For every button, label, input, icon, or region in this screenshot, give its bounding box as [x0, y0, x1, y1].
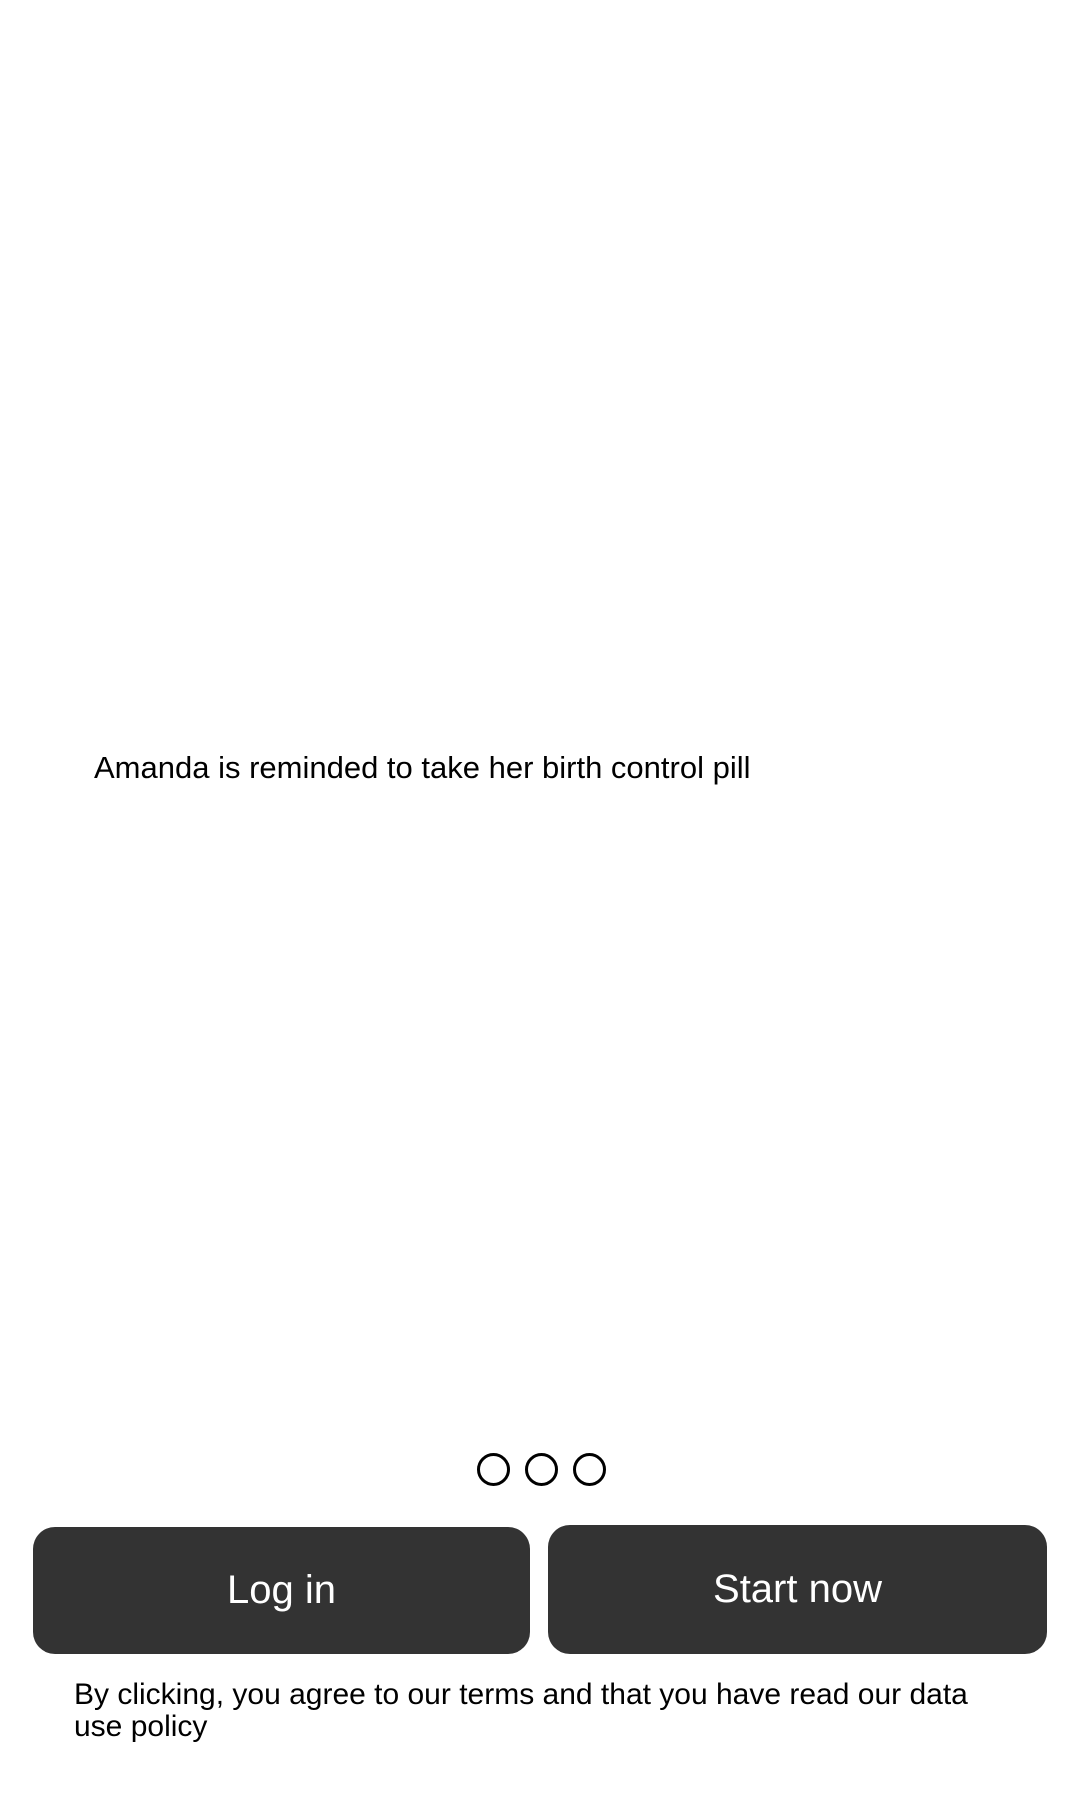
start-now-button-label: Start now — [713, 1567, 882, 1611]
page-indicator — [477, 1453, 606, 1486]
login-button-label: Log in — [227, 1568, 336, 1612]
onboarding-slide-caption: Amanda is reminded to take her birth con… — [94, 750, 751, 785]
login-button[interactable]: Log in — [33, 1527, 530, 1654]
start-now-button[interactable]: Start now — [548, 1525, 1047, 1654]
page-indicator-dot-3[interactable] — [573, 1453, 606, 1486]
terms-notice: By clicking, you agree to our terms and … — [74, 1678, 968, 1743]
page-indicator-dot-2[interactable] — [525, 1453, 558, 1486]
page-indicator-dot-1[interactable] — [477, 1453, 510, 1486]
